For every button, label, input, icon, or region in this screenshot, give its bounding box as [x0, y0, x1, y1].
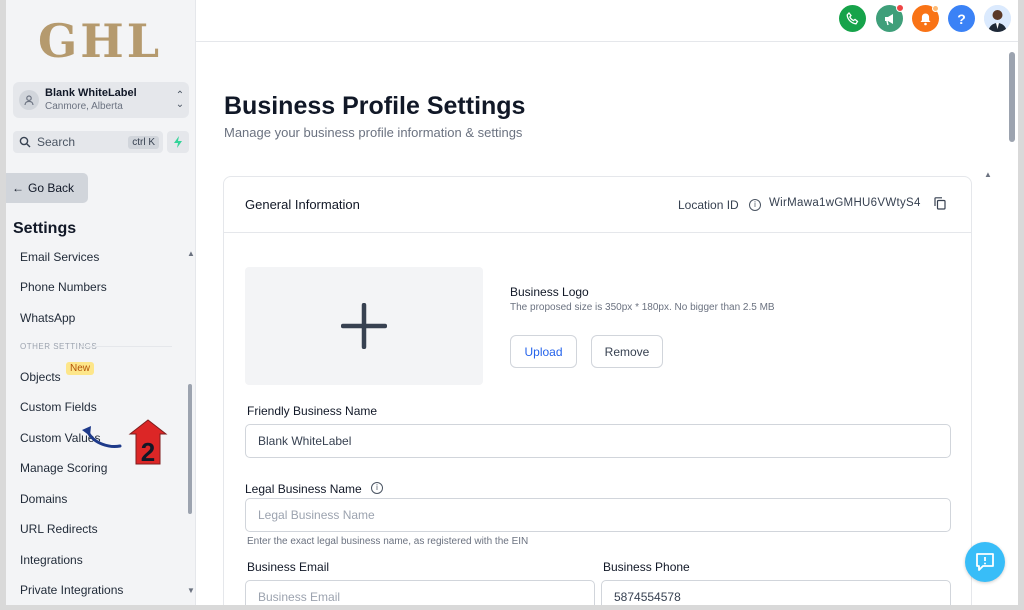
- avatar-icon: [984, 5, 1011, 32]
- account-location: Canmore, Alberta: [45, 101, 123, 112]
- logo-upload-area[interactable]: [245, 267, 483, 385]
- business-phone-label: Business Phone: [603, 560, 690, 574]
- sidebar-item-phone-numbers[interactable]: Phone Numbers: [20, 280, 107, 294]
- new-badge: New: [66, 362, 95, 375]
- search-shortcut: ctrl K: [128, 135, 159, 149]
- phone-icon: [846, 12, 859, 25]
- section-divider: [80, 346, 172, 347]
- help-icon: ?: [957, 10, 966, 27]
- legal-name-helper: Enter the exact legal business name, as …: [247, 536, 529, 547]
- sidebar-item-private-integrations[interactable]: Private Integrations: [20, 583, 123, 597]
- location-id-value: WirMawa1wGMHU6VWtyS4: [769, 197, 921, 209]
- go-back-button[interactable]: ← Go Back: [6, 173, 88, 203]
- account-icon: [19, 90, 39, 110]
- main-scrollbar[interactable]: [1009, 52, 1015, 142]
- business-email-input[interactable]: Business Email: [245, 580, 595, 605]
- search-label: Search: [37, 135, 76, 149]
- notification-dot: [932, 5, 939, 12]
- general-information-card: General Information Location ID i WirMaw…: [223, 176, 972, 605]
- search-icon: [19, 136, 31, 148]
- curved-arrow-icon: [86, 430, 122, 448]
- bell-icon: [920, 13, 931, 25]
- step-annotation: 2: [74, 418, 168, 475]
- main-content: Business Profile Settings Manage your bu…: [196, 42, 1006, 605]
- arrow-left-icon: ←: [12, 181, 24, 195]
- chevron-up-down-icon: ⌃ ⌄: [175, 90, 185, 110]
- sidebar-item-objects[interactable]: Objects: [20, 370, 61, 384]
- business-logo-hint: The proposed size is 350px * 180px. No b…: [510, 302, 775, 313]
- top-bar: ?: [196, 0, 1018, 42]
- sidebar-item-integrations[interactable]: Integrations: [20, 553, 83, 567]
- go-back-label: Go Back: [28, 181, 75, 195]
- megaphone-icon: [884, 13, 893, 25]
- business-email-label: Business Email: [247, 560, 330, 574]
- notification-dot: [896, 4, 904, 12]
- sparkle-icon: [174, 136, 182, 148]
- app-window: GHL Blank WhiteLabel Canmore, Alberta ⌃ ⌄…: [6, 0, 1018, 605]
- scroll-down-icon[interactable]: ▼: [187, 586, 195, 595]
- step-number: 2: [141, 437, 155, 467]
- annotation-graphic: 2: [82, 419, 168, 467]
- settings-heading: Settings: [13, 220, 77, 237]
- brand-logo[interactable]: GHL: [38, 14, 162, 68]
- help-button[interactable]: ?: [948, 5, 975, 32]
- info-icon[interactable]: i: [371, 482, 383, 494]
- scroll-up-icon[interactable]: ▲: [187, 249, 195, 258]
- support-chat-button[interactable]: [965, 542, 1005, 582]
- user-avatar[interactable]: [984, 5, 1011, 32]
- page-subtitle: Manage your business profile information…: [224, 125, 523, 140]
- location-id-label: Location ID: [678, 198, 739, 212]
- sidebar-item-whatsapp[interactable]: WhatsApp: [20, 311, 75, 325]
- marketing-button[interactable]: [876, 4, 904, 32]
- scroll-up-icon[interactable]: ▲: [984, 170, 992, 179]
- sidebar-item-email-services[interactable]: Email Services: [20, 250, 99, 264]
- copy-icon[interactable]: [934, 197, 946, 215]
- legal-name-input[interactable]: Legal Business Name: [245, 498, 951, 532]
- sidebar: GHL Blank WhiteLabel Canmore, Alberta ⌃ ⌄…: [6, 0, 196, 605]
- business-phone-input[interactable]: 5874554578: [601, 580, 951, 605]
- sidebar-item-url-redirects[interactable]: URL Redirects: [20, 522, 98, 536]
- plus-icon: [341, 303, 387, 349]
- business-logo-label: Business Logo: [510, 285, 589, 299]
- page-title: Business Profile Settings: [224, 92, 526, 120]
- sidebar-item-custom-fields[interactable]: Custom Fields: [20, 400, 97, 414]
- upload-button[interactable]: Upload: [510, 335, 577, 368]
- sidebar-item-domains[interactable]: Domains: [20, 492, 67, 506]
- notifications-button[interactable]: [912, 5, 939, 32]
- card-title: General Information: [245, 197, 360, 212]
- account-name: Blank WhiteLabel: [45, 87, 137, 99]
- quick-action-button[interactable]: [167, 131, 189, 153]
- arrowhead-icon: [82, 426, 91, 436]
- phone-button[interactable]: [839, 5, 866, 32]
- info-icon[interactable]: i: [749, 199, 761, 211]
- remove-button[interactable]: Remove: [591, 335, 663, 368]
- friendly-name-input[interactable]: Blank WhiteLabel: [245, 424, 951, 458]
- legal-name-label: Legal Business Name: [245, 482, 362, 496]
- chat-icon: [976, 553, 994, 571]
- search-input[interactable]: Search ctrl K: [13, 131, 163, 153]
- account-switcher[interactable]: Blank WhiteLabel Canmore, Alberta ⌃ ⌄: [13, 82, 189, 118]
- friendly-name-label: Friendly Business Name: [247, 404, 378, 418]
- sidebar-scrollbar[interactable]: [188, 384, 192, 514]
- card-header: General Information Location ID i WirMaw…: [224, 177, 971, 233]
